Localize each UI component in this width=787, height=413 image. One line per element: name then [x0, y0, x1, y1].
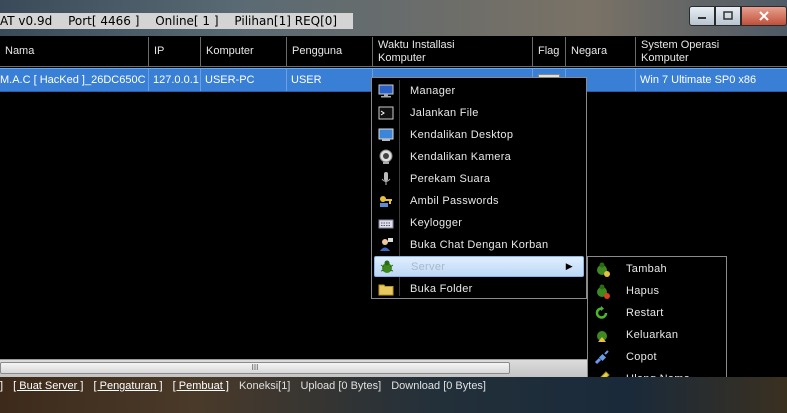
upload-status: Upload [0 Bytes]	[300, 380, 382, 392]
menu-item-perekam-suara[interactable]: Perekam Suara	[374, 168, 584, 189]
menu-item-kendalikan-kamera[interactable]: Kendalikan Kamera	[374, 146, 584, 167]
horizontal-scrollbar[interactable]: III	[0, 359, 587, 377]
pilihan-status: Pilihan[1] REQ[0]	[234, 14, 338, 28]
footer-link-prev[interactable]: ]	[0, 380, 3, 392]
submenu-item-label: Restart	[626, 306, 664, 319]
app-title: AT v0.9d	[0, 14, 53, 28]
table-header: Nama IP Komputer Pengguna Waktu Installa…	[0, 37, 787, 67]
bug-delete-icon	[593, 283, 611, 299]
submenu-item-restart[interactable]: Restart	[590, 302, 724, 323]
window-controls	[689, 6, 787, 26]
chat-user-icon	[377, 237, 395, 253]
menu-item-label: Buka Chat Dengan Korban	[410, 238, 549, 251]
cell-os: Win 7 Ultimate SP0 x86	[640, 74, 757, 86]
col-system-operasi[interactable]: System Operasi Komputer	[636, 37, 787, 67]
microphone-icon	[377, 171, 395, 187]
submenu-item-label: Tambah	[626, 262, 667, 275]
terminal-icon	[377, 105, 395, 121]
koneksi-status: Koneksi[1]	[239, 380, 291, 392]
submenu-item-tambah[interactable]: Tambah	[590, 258, 724, 279]
unplug-icon	[593, 349, 611, 365]
col-flag[interactable]: Flag	[533, 37, 566, 67]
minimize-icon	[698, 17, 706, 19]
cell-komputer: USER-PC	[201, 69, 287, 91]
bug-exit-icon	[593, 327, 611, 343]
title-bar: AT v0.9d Port[ 4466 ] Online[ 1 ] Piliha…	[0, 0, 787, 36]
bug-add-icon	[593, 261, 611, 277]
close-button[interactable]	[741, 6, 787, 26]
submenu-arrow-icon: ▶	[565, 261, 573, 271]
cell-pengguna: USER	[287, 69, 373, 91]
menu-item-label: Manager	[410, 84, 456, 97]
col-komputer[interactable]: Komputer	[201, 37, 287, 67]
submenu-item-label: Keluarkan	[626, 328, 679, 341]
refresh-icon	[593, 305, 611, 321]
status-bar: ] [ Buat Server ] [ Pengaturan ] [ Pembu…	[0, 377, 787, 413]
col-pengguna[interactable]: Pengguna	[287, 37, 373, 67]
submenu-item-label: Hapus	[626, 284, 660, 297]
col-waktu-installasi[interactable]: Waktu Installasi Komputer	[373, 37, 533, 67]
menu-item-label: Kendalikan Kamera	[410, 150, 512, 163]
download-status: Download [0 Bytes]	[391, 380, 486, 392]
maximize-button[interactable]	[715, 6, 741, 26]
desktop-icon	[377, 127, 395, 143]
server-submenu: Tambah Hapus Restart Keluarkan Copot Ula…	[587, 256, 727, 390]
scrollbar-grip: III	[251, 363, 259, 372]
key-icon	[377, 193, 395, 209]
submenu-item-hapus[interactable]: Hapus	[590, 280, 724, 301]
maximize-icon	[723, 11, 733, 20]
menu-item-manager[interactable]: Manager	[374, 80, 584, 101]
col-nama[interactable]: Nama	[0, 37, 149, 67]
menu-item-kendalikan-desktop[interactable]: Kendalikan Desktop	[374, 124, 584, 145]
menu-item-label: Buka Folder	[410, 282, 473, 295]
bug-icon	[378, 259, 396, 275]
col-negara[interactable]: Negara	[566, 37, 636, 67]
context-menu: Manager Jalankan File Kendalikan Desktop…	[371, 77, 587, 299]
pembuat-link[interactable]: [ Pembuat ]	[173, 380, 229, 392]
menu-item-buka-chat[interactable]: Buka Chat Dengan Korban	[374, 234, 584, 255]
menu-item-label: Jalankan File	[410, 106, 479, 119]
menu-item-label: Perekam Suara	[410, 172, 491, 185]
online-status: Online[ 1 ]	[155, 14, 219, 28]
keyboard-icon	[377, 215, 395, 231]
monitor-icon	[377, 83, 395, 99]
minimize-button[interactable]	[689, 6, 715, 26]
menu-item-label: Keylogger	[410, 216, 463, 229]
menu-item-label: Kendalikan Desktop	[410, 128, 514, 141]
submenu-item-keluarkan[interactable]: Keluarkan	[590, 324, 724, 345]
submenu-item-copot[interactable]: Copot	[590, 346, 724, 367]
close-icon	[759, 11, 769, 21]
menu-item-buka-folder[interactable]: Buka Folder	[374, 278, 584, 299]
menu-item-label: Ambil Passwords	[410, 194, 499, 207]
pengaturan-link[interactable]: [ Pengaturan ]	[94, 380, 163, 392]
menu-item-label: Server	[411, 260, 446, 273]
submenu-item-label: Copot	[626, 350, 657, 363]
menu-item-jalankan-file[interactable]: Jalankan File	[374, 102, 584, 123]
buat-server-link[interactable]: [ Buat Server ]	[13, 380, 83, 392]
port-status: Port[ 4466 ]	[68, 14, 140, 28]
menu-item-server[interactable]: Server ▶	[374, 256, 584, 277]
title-status: AT v0.9d Port[ 4466 ] Online[ 1 ] Piliha…	[0, 13, 354, 29]
menu-item-keylogger[interactable]: Keylogger	[374, 212, 584, 233]
col-ip[interactable]: IP	[149, 37, 201, 67]
scrollbar-thumb[interactable]: III	[0, 362, 510, 374]
cell-ip: 127.0.0.1	[149, 69, 201, 91]
cell-nama: M.A.C [ HacKed ]_26DC650C	[0, 69, 149, 91]
folder-icon	[377, 281, 395, 297]
webcam-icon	[377, 149, 395, 165]
menu-item-ambil-passwords[interactable]: Ambil Passwords	[374, 190, 584, 211]
